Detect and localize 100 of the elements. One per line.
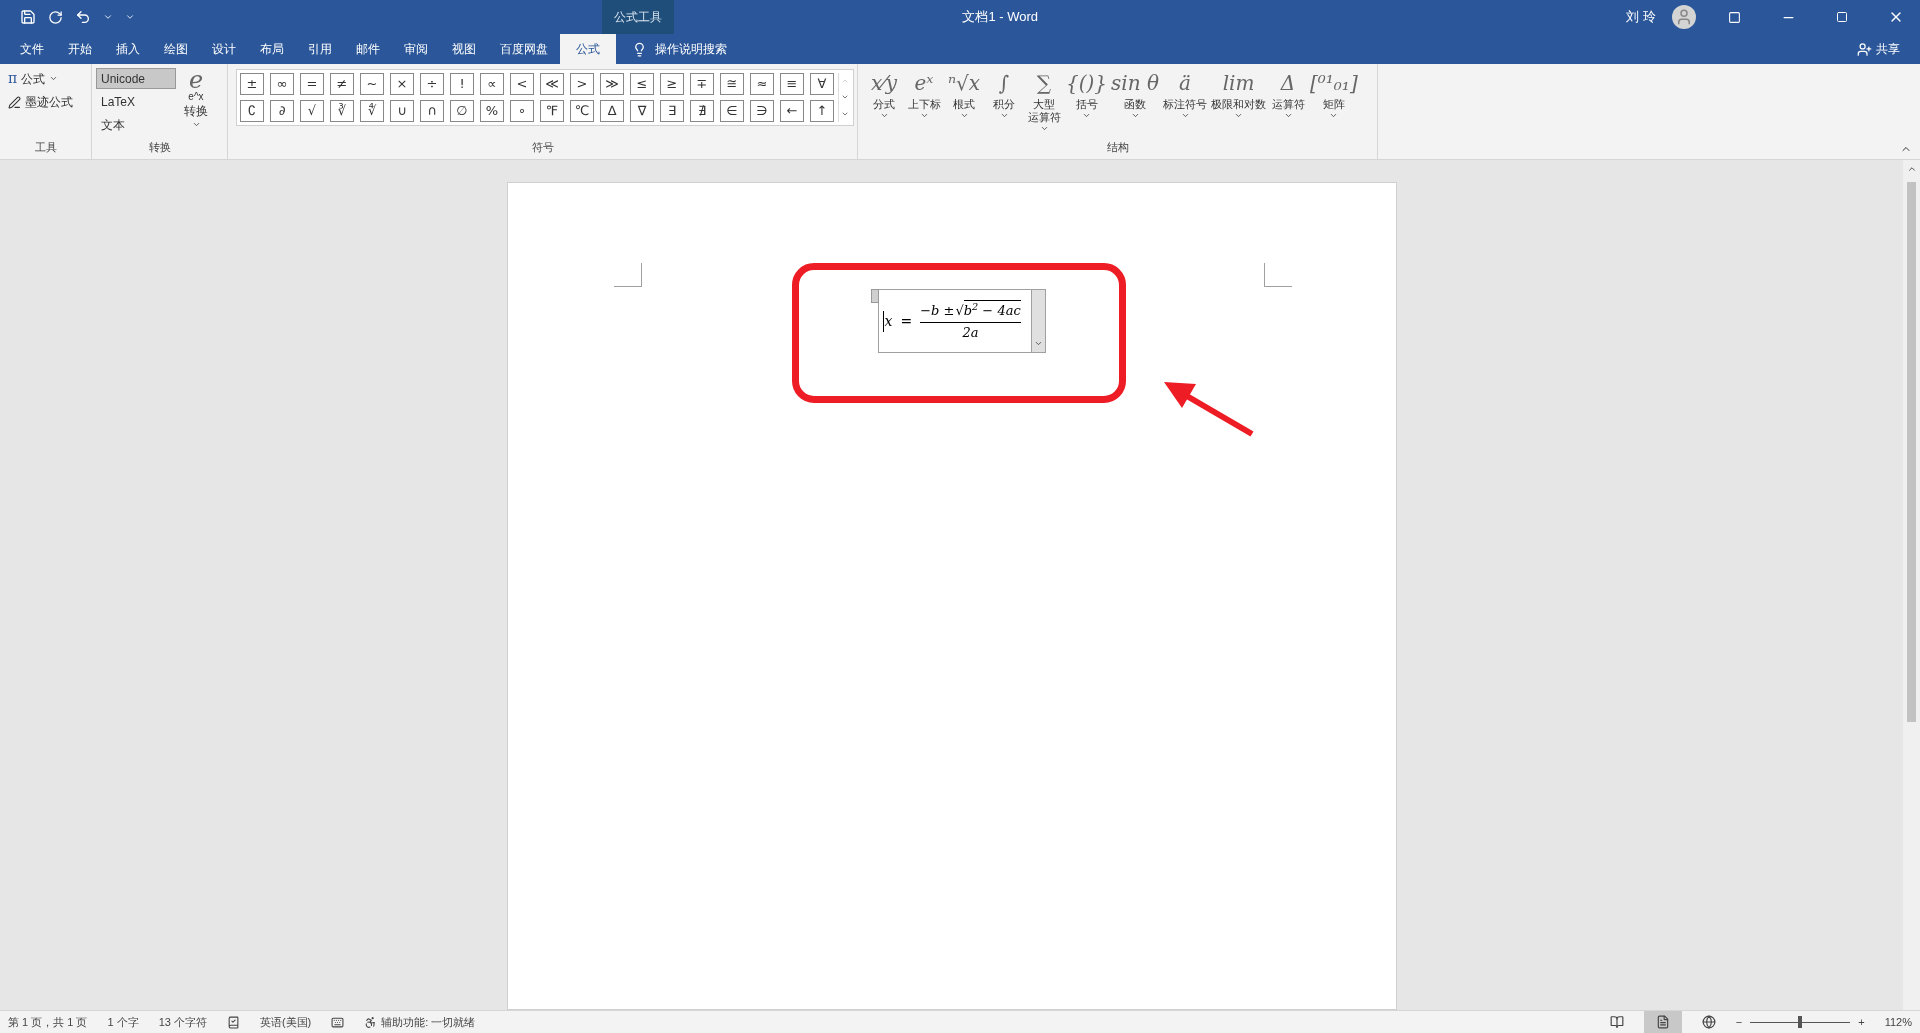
symbol-button[interactable]: ~ xyxy=(360,73,384,95)
save-icon[interactable] xyxy=(20,9,36,25)
symbol-button[interactable]: ∓ xyxy=(690,73,714,95)
symbol-button[interactable]: √ xyxy=(300,100,324,122)
symbol-button[interactable]: ÷ xyxy=(420,73,444,95)
ribbon-tab[interactable]: 插入 xyxy=(104,34,152,64)
dropdown-icon[interactable] xyxy=(191,120,201,129)
dropdown-icon[interactable] xyxy=(1234,111,1243,120)
structure-button[interactable]: 上下标 xyxy=(907,98,941,111)
redo-icon[interactable] xyxy=(48,9,63,25)
symbol-button[interactable]: ≥ xyxy=(660,73,684,95)
format-option[interactable]: 文本 xyxy=(96,114,176,135)
dropdown-icon[interactable] xyxy=(1283,111,1293,120)
structure-button[interactable]: 括号 xyxy=(1075,98,1098,111)
zoom-in-button[interactable]: + xyxy=(1858,1013,1865,1031)
vertical-scrollbar[interactable] xyxy=(1903,160,1920,1010)
equation-box[interactable]: x = −b ±√b$^{2}$ − 4ac 2a xyxy=(877,289,1046,353)
symbol-button[interactable]: ∘ xyxy=(510,100,534,122)
symbol-button[interactable]: ℃ xyxy=(570,100,594,122)
symbol-button[interactable]: ∇ xyxy=(630,100,654,122)
symbol-button[interactable]: ! xyxy=(450,73,474,95)
ribbon-tab[interactable]: 布局 xyxy=(248,34,296,64)
symbol-button[interactable]: ∀ xyxy=(810,73,834,95)
symbol-button[interactable]: ∛ xyxy=(330,100,354,122)
share-button[interactable]: 共享 xyxy=(1876,40,1900,58)
dropdown-icon[interactable] xyxy=(999,111,1009,120)
symbol-button[interactable]: ∞ xyxy=(270,73,294,95)
restore-icon[interactable] xyxy=(1836,11,1848,23)
scroll-up-icon[interactable] xyxy=(1906,164,1917,174)
structure-button[interactable]: 运算符 xyxy=(1271,98,1305,111)
ribbon-tab[interactable]: 审阅 xyxy=(392,34,440,64)
symbol-button[interactable]: ∜ xyxy=(360,100,384,122)
ribbon-tab[interactable]: 设计 xyxy=(200,34,248,64)
ribbon-tab[interactable]: 视图 xyxy=(440,34,488,64)
symbol-button[interactable]: × xyxy=(390,73,414,95)
symbol-button[interactable]: ≠ xyxy=(330,73,354,95)
symbol-button[interactable]: ± xyxy=(240,73,264,95)
tell-me-search[interactable]: 操作说明搜索 xyxy=(655,40,727,58)
symbol-button[interactable]: ∄ xyxy=(690,100,714,122)
symbol-button[interactable]: ≈ xyxy=(750,73,774,95)
ribbon-tab[interactable]: 公式 xyxy=(560,34,616,64)
equation-button[interactable]: 公式 xyxy=(21,69,46,88)
structure-button[interactable]: 积分 xyxy=(993,98,1015,111)
word-count[interactable]: 1 个字 xyxy=(107,1013,139,1031)
language-status[interactable]: 英语(美国) xyxy=(259,1013,312,1031)
proofing-icon[interactable] xyxy=(226,1015,240,1029)
structure-button[interactable]: 根式 xyxy=(953,98,975,111)
ribbon-tab[interactable]: 开始 xyxy=(56,34,104,64)
user-name[interactable]: 刘 玲 xyxy=(1626,7,1656,27)
symbol-button[interactable]: ≡ xyxy=(780,73,804,95)
ribbon-tab[interactable]: 邮件 xyxy=(344,34,392,64)
symbol-button[interactable]: ∪ xyxy=(390,100,414,122)
equation-handle-icon[interactable] xyxy=(870,289,879,303)
convert-button[interactable]: 转换 xyxy=(184,102,208,120)
symbol-button[interactable]: ∃ xyxy=(660,100,684,122)
ribbon-tab[interactable]: 绘图 xyxy=(152,34,200,64)
dropdown-icon[interactable] xyxy=(1130,111,1140,120)
structure-button[interactable]: 极限和对数 xyxy=(1211,98,1266,111)
dropdown-icon[interactable] xyxy=(959,111,969,120)
ribbon-tab[interactable]: 引用 xyxy=(296,34,344,64)
symbol-button[interactable]: ↑ xyxy=(810,100,834,122)
undo-icon[interactable] xyxy=(75,9,91,25)
structure-button[interactable]: 大型 xyxy=(1033,98,1055,111)
dropdown-icon[interactable] xyxy=(919,111,929,120)
symbol-button[interactable]: ∝ xyxy=(480,73,504,95)
symbol-button[interactable]: ∅ xyxy=(450,100,474,122)
dropdown-icon[interactable] xyxy=(1082,111,1092,120)
symbol-button[interactable]: ← xyxy=(780,100,804,122)
page-count[interactable]: 第 1 页，共 1 页 xyxy=(8,1013,88,1031)
symbol-button[interactable]: ∋ xyxy=(750,100,774,122)
keyboard-icon[interactable] xyxy=(331,1015,345,1029)
structure-button[interactable]: 分式 xyxy=(873,98,895,111)
ribbon-tab[interactable]: 文件 xyxy=(8,34,56,64)
symbol-button[interactable]: ℉ xyxy=(540,100,564,122)
symbol-button[interactable]: < xyxy=(510,73,534,95)
symbol-button[interactable]: ≪ xyxy=(540,73,564,95)
symbol-button[interactable]: ≅ xyxy=(720,73,744,95)
zoom-level[interactable]: 112% xyxy=(1884,1013,1920,1031)
dropdown-icon[interactable] xyxy=(1039,124,1049,133)
symbol-button[interactable]: ∆ xyxy=(600,100,624,122)
symbol-button[interactable]: ∈ xyxy=(720,100,744,122)
ribbon-tab[interactable]: 百度网盘 xyxy=(488,34,560,64)
zoom-slider-thumb[interactable] xyxy=(1798,1015,1803,1028)
print-layout-button[interactable] xyxy=(1643,1011,1682,1033)
structure-button[interactable]: 函数 xyxy=(1124,98,1147,111)
structure-button[interactable]: 标注符号 xyxy=(1163,98,1207,111)
symbol-button[interactable]: > xyxy=(570,73,594,95)
accessibility-status[interactable]: 辅助功能: 一切就绪 xyxy=(381,1013,476,1031)
web-layout-icon[interactable] xyxy=(1701,1015,1716,1029)
format-option[interactable]: Unicode xyxy=(96,68,176,89)
equation-options-button[interactable] xyxy=(1030,290,1045,352)
symbol-button[interactable]: % xyxy=(480,100,504,122)
structure-button[interactable]: 矩阵 xyxy=(1322,98,1345,111)
symbol-button[interactable]: ≤ xyxy=(630,73,654,95)
format-option[interactable]: LaTeX xyxy=(96,91,176,112)
ink-equation-button[interactable]: 墨迹公式 xyxy=(25,93,73,111)
zoom-out-button[interactable]: − xyxy=(1735,1013,1743,1031)
dropdown-icon[interactable] xyxy=(1180,111,1190,120)
read-mode-icon[interactable] xyxy=(1609,1015,1624,1029)
dropdown-icon[interactable] xyxy=(879,111,889,120)
